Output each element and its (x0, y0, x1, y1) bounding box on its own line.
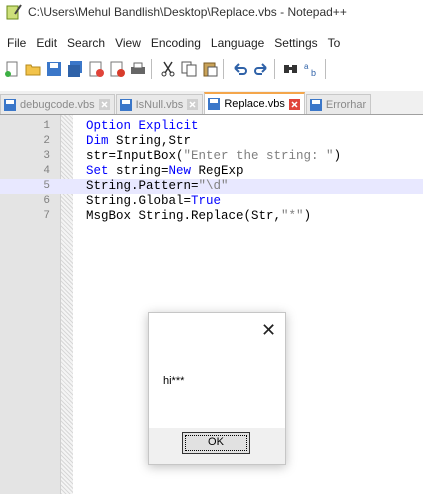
code-token: Dim (86, 134, 109, 148)
toolbar: ab (0, 54, 423, 84)
code-token: str=InputBox( (86, 149, 184, 163)
menu-language[interactable]: Language (211, 36, 264, 50)
close-icon[interactable] (87, 60, 105, 78)
menu-search[interactable]: Search (67, 36, 105, 50)
new-file-icon[interactable] (3, 60, 21, 78)
menu-edit[interactable]: Edit (36, 36, 57, 50)
file-saved-icon (119, 98, 133, 112)
code-text: String.Global=True (86, 194, 221, 209)
window-title: C:\Users\Mehul Bandlish\Desktop\Replace.… (28, 5, 347, 19)
code-text: String.Pattern="\d" (86, 179, 229, 194)
menu-encoding[interactable]: Encoding (151, 36, 201, 50)
close-tab-icon[interactable] (98, 99, 110, 110)
code-token: Option Explicit (86, 119, 199, 133)
menu-settings[interactable]: Settings (274, 36, 317, 50)
close-icon[interactable]: ✕ (261, 321, 276, 339)
cut-icon[interactable] (159, 60, 177, 78)
code-token: String,Str (108, 134, 192, 148)
notepadpp-icon (6, 4, 22, 20)
replace-icon[interactable]: ab (303, 60, 321, 78)
close-tab-icon[interactable] (288, 98, 300, 110)
line-number: 3 (43, 150, 50, 162)
code-text: Option Explicit (86, 119, 199, 134)
tab-isnull[interactable]: IsNull.vbs (115, 94, 204, 114)
code-token: "Enter the string: " (183, 149, 334, 163)
code-line[interactable]: 1 Option Explicit (0, 119, 423, 134)
code-line[interactable]: 3 str=InputBox("Enter the string: ") (0, 149, 423, 164)
code-text: str=InputBox("Enter the string: ") (86, 149, 341, 164)
code-token: String.Pattern= (86, 179, 199, 193)
code-line[interactable]: 7 MsgBox String.Replace(Str,"*") (0, 209, 423, 224)
toolbar-separator (223, 59, 224, 79)
print-icon[interactable] (129, 60, 147, 78)
file-saved-icon (309, 98, 323, 112)
tab-label: Errorhar (325, 98, 367, 111)
tab-debugcode[interactable]: debugcode.vbs (0, 94, 115, 114)
tab-errorhandling[interactable]: Errorhar (305, 94, 372, 114)
line-number: 2 (43, 135, 50, 147)
code-text: Dim String,Str (86, 134, 191, 149)
line-number: 6 (43, 195, 50, 207)
close-tab-icon[interactable] (187, 99, 199, 110)
code-text: Set string=New RegExp (86, 164, 244, 179)
menu-view[interactable]: View (115, 36, 141, 50)
toolbar-separator (325, 59, 326, 79)
code-token: MsgBox String.Replace(Str, (86, 209, 282, 223)
line-number: 1 (43, 120, 50, 132)
open-file-icon[interactable] (24, 60, 42, 78)
menu-tools[interactable]: To (328, 36, 341, 50)
ok-button[interactable]: OK (182, 432, 250, 454)
tab-label: Replace.vbs (224, 98, 285, 110)
code-token: string= (108, 164, 169, 178)
code-token: ) (333, 149, 342, 163)
menu-bar: File Edit Search View Encoding Language … (0, 34, 423, 52)
title-bar: C:\Users\Mehul Bandlish\Desktop\Replace.… (0, 0, 423, 24)
redo-icon[interactable] (252, 60, 270, 78)
paste-icon[interactable] (201, 60, 219, 78)
tab-label: IsNull.vbs (135, 98, 184, 111)
code-token: Set (86, 164, 109, 178)
line-number: 5 (43, 180, 50, 192)
code-line[interactable]: 4 Set string=New RegExp (0, 164, 423, 179)
code-token: String.Global= (86, 194, 192, 208)
code-line[interactable]: 2 Dim String,Str (0, 134, 423, 149)
code-line[interactable]: 5 String.Pattern="\d" (0, 179, 423, 194)
code-line[interactable]: 6 String.Global=True (0, 194, 423, 209)
copy-icon[interactable] (180, 60, 198, 78)
code-token: ) (303, 209, 312, 223)
toolbar-separator (151, 59, 152, 79)
save-icon[interactable] (45, 60, 63, 78)
code-token: "\d" (198, 179, 229, 193)
find-icon[interactable] (282, 60, 300, 78)
file-saved-icon (3, 98, 17, 112)
dialog-footer: OK (149, 428, 285, 464)
code-token: RegExp (191, 164, 244, 178)
svg-text:a: a (304, 62, 309, 71)
file-saved-icon (207, 97, 221, 111)
code-token: True (191, 194, 222, 208)
message-text: hi*** (163, 375, 185, 387)
tab-label: debugcode.vbs (20, 98, 95, 111)
message-box: ✕ hi*** OK (148, 312, 286, 465)
line-number: 7 (43, 210, 50, 222)
code-token: "*" (281, 209, 304, 223)
svg-text:b: b (311, 68, 316, 78)
tab-replace[interactable]: Replace.vbs (204, 92, 305, 114)
close-all-icon[interactable] (108, 60, 126, 78)
code-text: MsgBox String.Replace(Str,"*") (86, 209, 311, 224)
menu-file[interactable]: File (7, 36, 26, 50)
line-number: 4 (43, 165, 50, 177)
code-token: New (168, 164, 192, 178)
toolbar-separator (274, 59, 275, 79)
save-all-icon[interactable] (66, 60, 84, 78)
undo-icon[interactable] (231, 60, 249, 78)
tab-bar: debugcode.vbs IsNull.vbs Replace.vbs Err… (0, 91, 423, 115)
